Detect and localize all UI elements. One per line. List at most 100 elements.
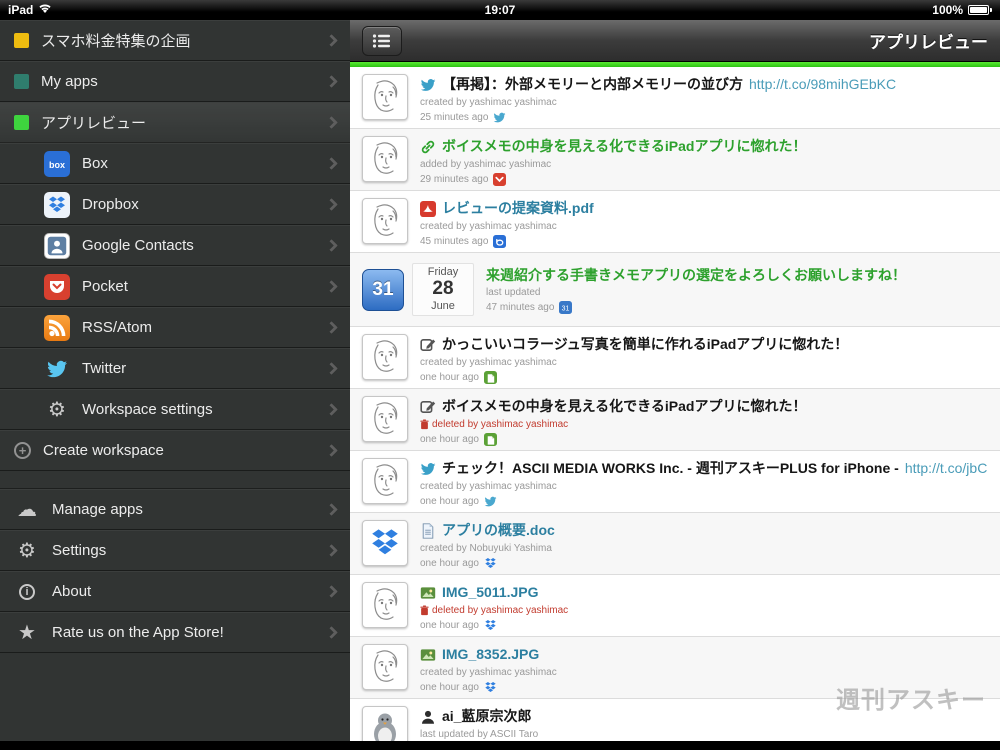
feed-item-4[interactable]: かっこいいコラージュ写真を簡単に作れるiPadアプリに惚れた！ created …: [350, 327, 1000, 389]
avatar: [362, 136, 408, 182]
date-day: 28: [432, 278, 454, 300]
avatar: [362, 198, 408, 244]
status-device-label: iPad: [8, 3, 34, 17]
status-bar: iPad 19:07 100%: [0, 0, 1000, 20]
battery-icon: [968, 5, 989, 15]
create-workspace-button[interactable]: Create workspace: [0, 430, 350, 471]
feed-item-6[interactable]: チェック！ASCII MEDIA WORKS Inc. - 週刊アスキーPLUS…: [350, 451, 1000, 513]
workspace-color-chip: [14, 74, 29, 89]
footer-label: Manage apps: [52, 501, 143, 518]
google-contacts-icon: [44, 232, 70, 259]
workspace-label: スマホ料金特集の企画: [41, 33, 191, 50]
twitter-icon: [44, 356, 70, 382]
workspace-list: スマホ料金特集の企画 My apps アプリレビュー: [0, 20, 350, 143]
feed-time: 25 minutes ago: [420, 111, 489, 123]
date-month: June: [431, 299, 455, 312]
service-twitter-icon: [493, 111, 506, 124]
feed-time: 47 minutes ago: [486, 302, 555, 314]
app-label: Pocket: [82, 278, 128, 295]
chevron-right-icon: [325, 116, 338, 129]
feed-item-0[interactable]: 【再掲】：外部メモリーと内部メモリーの並び方 http://t.co/98mih…: [350, 67, 1000, 129]
chevron-right-icon: [325, 157, 338, 170]
app-label: Box: [82, 155, 108, 172]
create-workspace-label: Create workspace: [43, 442, 164, 459]
sidebar-item-settings[interactable]: ⚙ Settings: [0, 530, 350, 571]
app-list: box Box Dropbox Google Contacts Pocket RS…: [0, 143, 350, 430]
sidebar-item-app-5[interactable]: Twitter: [0, 348, 350, 389]
info-icon: i: [14, 583, 40, 600]
feed-item-2[interactable]: レビューの提案資料.pdf created by yashimac yashim…: [350, 191, 1000, 253]
app-label: RSS/Atom: [82, 319, 153, 336]
app-label: Google Contacts: [82, 237, 194, 254]
footer-label: Settings: [52, 542, 107, 559]
gear-icon: ⚙: [48, 398, 66, 421]
doc-icon: [420, 523, 436, 539]
feed-item-9[interactable]: IMG_8352.JPG created by yashimac yashima…: [350, 637, 1000, 699]
title-link[interactable]: http://t.co/98mihGEbKC: [749, 76, 896, 94]
feed-time: one hour ago: [420, 619, 479, 631]
avatar: [362, 644, 408, 690]
feed-item-10[interactable]: ai_藍原宗次郎 last updated by ASCII Taro one …: [350, 699, 1000, 741]
svg-text:31: 31: [562, 306, 570, 313]
chevron-right-icon: [325, 321, 338, 334]
feed-meta-deleted: deleted by yashimac yashimac: [420, 419, 988, 430]
chevron-right-icon: [325, 585, 338, 598]
avatar: [362, 396, 408, 442]
list-view-button[interactable]: [362, 25, 402, 56]
chevron-right-icon: [325, 198, 338, 211]
service-calendar-icon: 31: [559, 301, 573, 315]
sidebar-item-app-4[interactable]: RSS/Atom: [0, 307, 350, 348]
workspace-label: アプリレビュー: [41, 115, 147, 132]
feed-item-5[interactable]: ボイスメモの中身を見える化できるiPadアプリに惚れた！ deleted by …: [350, 389, 1000, 451]
feed-meta: created by yashimac yashimac: [420, 96, 557, 108]
feed-time: one hour ago: [420, 681, 479, 693]
feed-meta: added by yashimac yashimac: [420, 158, 552, 170]
feed-title: レビューの提案資料.pdf: [442, 200, 594, 216]
plus-circle-icon: [14, 442, 31, 459]
sidebar-item-app-3[interactable]: Pocket: [0, 266, 350, 307]
sidebar-item-app-2[interactable]: Google Contacts: [0, 225, 350, 266]
feed-title: ボイスメモの中身を見える化できるiPadアプリに惚れた！: [442, 138, 807, 154]
feed-time: one hour ago: [420, 557, 479, 569]
chevron-right-icon: [325, 75, 338, 88]
content-pane: アプリレビュー 【再掲】：外部メモリーと内部メモリーの並び方 http://t.…: [350, 20, 1000, 741]
status-time: 19:07: [484, 3, 516, 17]
feed-time: one hour ago: [420, 433, 479, 445]
star-icon: ★: [18, 621, 36, 644]
compose-icon: [420, 399, 436, 415]
feed-title: IMG_5011.JPG: [442, 584, 539, 600]
feed-meta-deleted: deleted by yashimac yashimac: [420, 605, 988, 616]
twitter-bird-icon: [420, 77, 436, 93]
service-twitter-icon: [484, 495, 497, 508]
feed-item-7[interactable]: アプリの概要.doc created by Nobuyuki Yashima o…: [350, 513, 1000, 575]
feed-item-3[interactable]: 31 Friday 28 June 来週紹介する手書きメモアプリの選定をよろしく…: [350, 253, 1000, 327]
title-link[interactable]: http://t.co/jbChT: [905, 460, 988, 478]
feed-meta: created by yashimac yashimac: [420, 666, 557, 678]
sidebar-item-workspace-1[interactable]: My apps: [0, 61, 350, 102]
feed-meta: created by yashimac yashimac: [420, 220, 557, 232]
sidebar-item-app-6[interactable]: ⚙ Workspace settings: [0, 389, 350, 430]
sidebar-item-app-1[interactable]: Dropbox: [0, 184, 350, 225]
content-header: アプリレビュー: [350, 20, 1000, 62]
service-dropbox-icon: [484, 619, 497, 632]
feed-title: チェック！ASCII MEDIA WORKS Inc. - 週刊アスキーPLUS…: [442, 460, 899, 476]
workspace-color-chip: [14, 115, 29, 130]
chevron-right-icon: [325, 362, 338, 375]
sidebar-item-rate-us-on-the-app-store[interactable]: ★ Rate us on the App Store!: [0, 612, 350, 653]
sidebar-item-workspace-2[interactable]: アプリレビュー: [0, 102, 350, 143]
footer-label: Rate us on the App Store!: [52, 624, 224, 641]
service-evernote-icon: [483, 432, 497, 446]
sidebar-item-about[interactable]: i About: [0, 571, 350, 612]
sidebar: スマホ料金特集の企画 My apps アプリレビュー box Box Dropbo…: [0, 20, 350, 741]
sidebar-footer: ☁ Manage apps ⚙ Settings i About ★ Rate us o…: [0, 489, 350, 653]
service-pocket-icon: [493, 172, 507, 186]
photo-icon: [420, 585, 436, 601]
feed-title: 来週紹介する手書きメモアプリの選定をよろしくお願いしますね！: [486, 266, 906, 283]
sidebar-item-app-0[interactable]: box Box: [0, 143, 350, 184]
sidebar-item-manage-apps[interactable]: ☁ Manage apps: [0, 489, 350, 530]
sidebar-item-workspace-0[interactable]: スマホ料金特集の企画: [0, 20, 350, 61]
feed-item-8[interactable]: IMG_5011.JPG deleted by yashimac yashima…: [350, 575, 1000, 637]
feed-item-1[interactable]: ボイスメモの中身を見える化できるiPadアプリに惚れた！ added by ya…: [350, 129, 1000, 191]
workspace-label: My apps: [41, 73, 98, 90]
twitter-bird-icon: [420, 461, 436, 477]
